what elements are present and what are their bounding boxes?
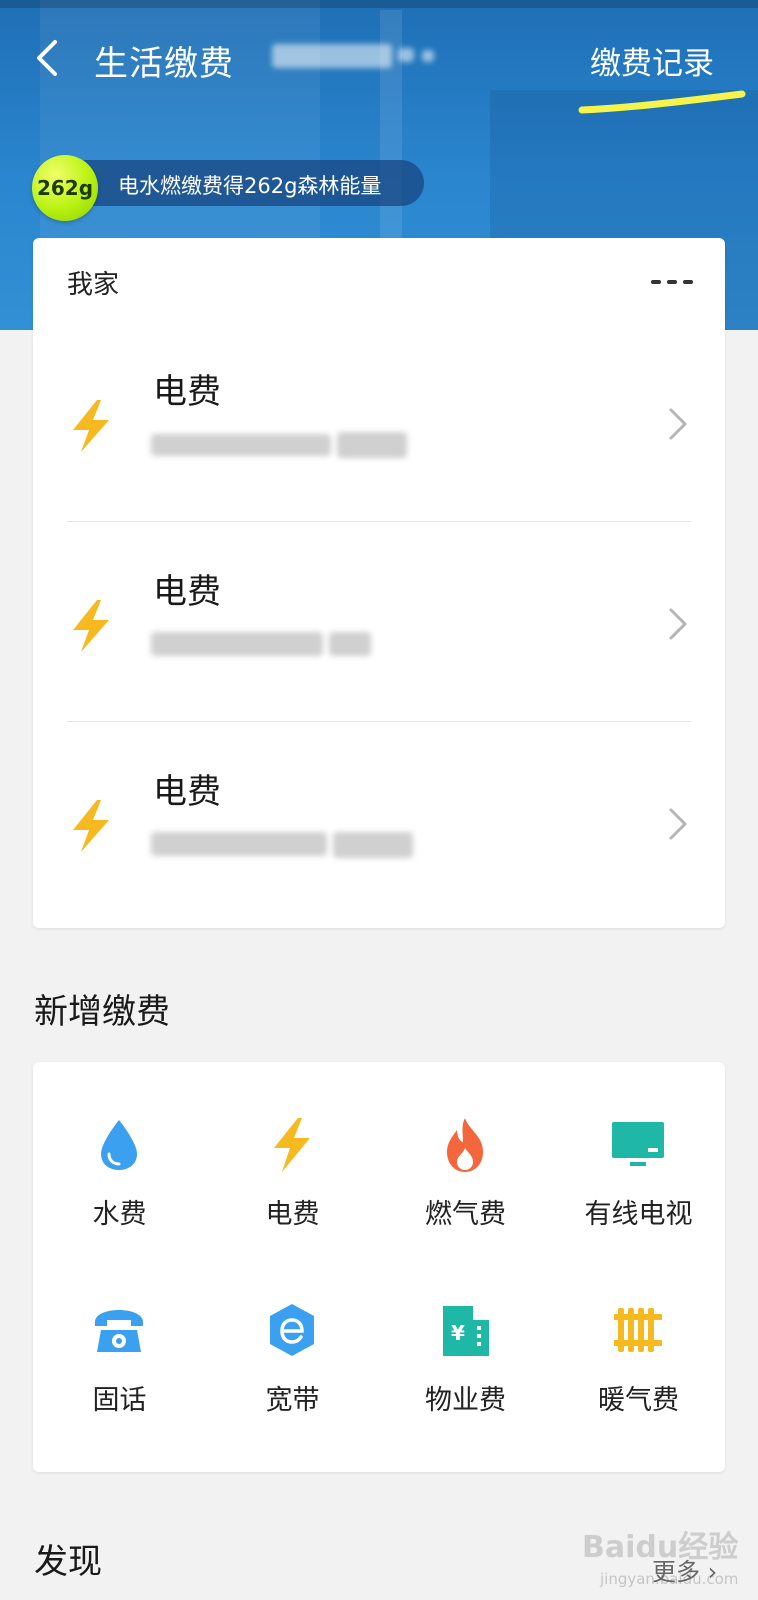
back-button[interactable]	[26, 34, 66, 82]
discover-more-link[interactable]: 更多 ›	[652, 1552, 717, 1587]
payment-type-label: 物业费	[425, 1385, 506, 1416]
blurred-account-info	[272, 44, 392, 68]
blurred-account-number	[333, 832, 413, 858]
chevron-left-icon	[37, 40, 57, 76]
page-title: 生活缴费	[94, 44, 234, 84]
energy-amount: 262g	[36, 176, 94, 200]
broadband-icon	[270, 1304, 314, 1356]
blurred-account-number	[329, 632, 371, 656]
payment-type-electricity[interactable]: 电费	[206, 1062, 379, 1252]
new-payment-section-title: 新增缴费	[34, 992, 170, 1032]
discover-section-title: 发现	[34, 1542, 102, 1582]
chevron-right-icon: ›	[707, 1558, 718, 1586]
home-bills-card: 我家 电费 电费 电费	[33, 238, 725, 928]
flame-icon	[447, 1118, 483, 1172]
blurred-account-number	[151, 832, 327, 856]
payment-type-label: 燃气费	[425, 1199, 506, 1230]
payment-record-link[interactable]: 缴费记录	[590, 38, 714, 83]
chevron-right-icon	[669, 608, 687, 640]
building-icon: ¥	[443, 1306, 489, 1356]
payment-type-property[interactable]: ¥ 物业费	[379, 1248, 552, 1438]
chevron-right-icon	[669, 808, 687, 840]
bill-label: 电费	[153, 372, 221, 412]
blurred-account-number	[151, 632, 323, 656]
water-drop-icon	[101, 1120, 137, 1170]
blurred-account-info	[422, 50, 434, 62]
blurred-account-number	[151, 434, 331, 456]
bill-row-electricity[interactable]: 电费	[33, 522, 725, 722]
status-bar	[0, 0, 758, 8]
blurred-account-number	[337, 432, 407, 458]
payment-type-landline[interactable]: 固话	[33, 1248, 206, 1438]
payment-type-broadband[interactable]: 宽带	[206, 1248, 379, 1438]
lightning-icon	[274, 1118, 310, 1172]
highlight-underline	[578, 90, 746, 114]
new-payment-grid: 水费 电费 燃气费 有线电视 固话 宽带 ¥ 物业费 暖气费	[33, 1062, 725, 1472]
payment-type-label: 宽带	[265, 1385, 320, 1416]
lightning-icon	[73, 400, 109, 452]
bill-row-electricity[interactable]: 电费	[33, 322, 725, 522]
payment-type-label: 固话	[92, 1385, 147, 1416]
payment-type-gas[interactable]: 燃气费	[379, 1062, 552, 1252]
home-card-title: 我家	[67, 270, 120, 300]
bill-row-electricity[interactable]: 电费	[33, 722, 725, 922]
payment-type-heating[interactable]: 暖气费	[552, 1248, 725, 1438]
payment-type-label: 暖气费	[598, 1385, 679, 1416]
more-options-icon[interactable]	[649, 272, 695, 292]
payment-type-water[interactable]: 水费	[33, 1062, 206, 1252]
energy-banner-text: 电水燃缴费得262g森林能量	[118, 174, 382, 198]
chevron-right-icon	[669, 408, 687, 440]
lightning-icon	[73, 800, 109, 852]
payment-type-label: 水费	[92, 1199, 147, 1230]
payment-type-label: 电费	[265, 1199, 320, 1230]
telephone-icon	[95, 1310, 143, 1352]
blurred-account-info	[398, 48, 414, 62]
svg-text:¥: ¥	[451, 1321, 465, 1345]
energy-ball-badge: 262g	[32, 155, 98, 221]
bill-label: 电费	[153, 772, 221, 812]
tv-icon	[612, 1122, 664, 1166]
bill-label: 电费	[153, 572, 221, 612]
payment-type-label: 有线电视	[584, 1199, 693, 1230]
lightning-icon	[73, 600, 109, 652]
radiator-icon	[614, 1308, 662, 1352]
more-link-label: 更多	[652, 1558, 700, 1586]
payment-type-cable-tv[interactable]: 有线电视	[552, 1062, 725, 1252]
